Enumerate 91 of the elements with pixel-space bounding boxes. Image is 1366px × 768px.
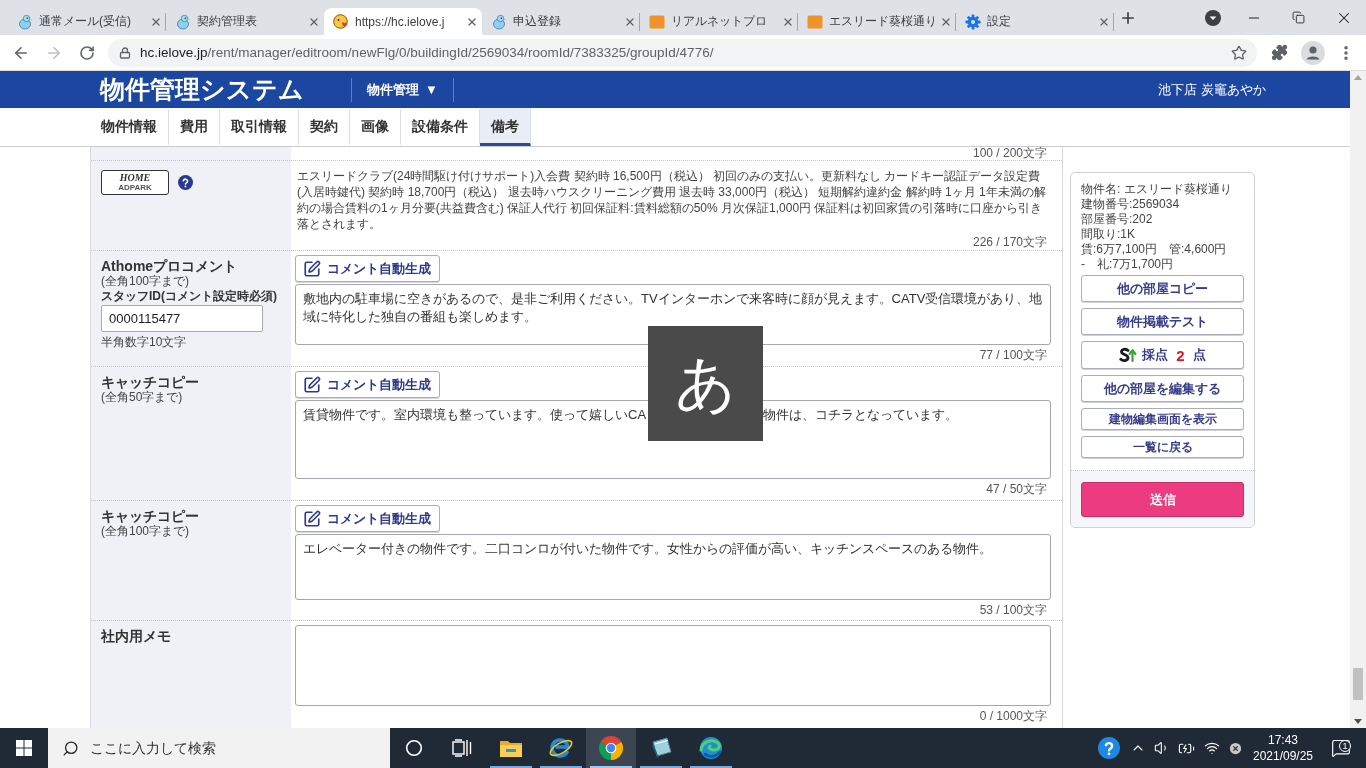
reload-icon[interactable]	[78, 44, 95, 61]
heart-ball-icon	[333, 13, 349, 30]
help-icon[interactable]	[1098, 737, 1120, 759]
property-info-text: - 礼:7万1,700円	[1081, 257, 1175, 272]
bird-icon	[491, 13, 507, 30]
logo-tile-icon	[649, 13, 665, 30]
lock-icon	[119, 46, 131, 59]
browser-tab[interactable]: 契約管理表	[166, 8, 324, 35]
field-label: 社内用メモ	[101, 628, 171, 644]
char-counter: 47 / 50文字	[986, 481, 1048, 497]
task-view-icon[interactable]	[452, 739, 472, 757]
nav-tab[interactable]: 備考	[480, 108, 531, 146]
dropdown-icon[interactable]	[1205, 9, 1221, 26]
field-label: キャッチコピー	[101, 374, 199, 390]
notification-count: 1	[1339, 740, 1351, 752]
scrollbar-thumb[interactable]	[1353, 668, 1363, 700]
error-circle-icon[interactable]	[1227, 740, 1243, 756]
puzzle-icon[interactable]	[1271, 44, 1288, 61]
text-area-field[interactable]: 敷地内の駐車場に空きがあるので、是非ご利用ください。TVインターホンで来客時に顔が見えます。CATV受信環境があり、地域に特化した独自の番組も楽しめます。	[295, 284, 1051, 345]
field-label: Athomeプロコメント	[101, 258, 238, 274]
search-icon	[62, 740, 79, 757]
char-counter: 100 / 200文字	[972, 147, 1048, 160]
start-menu-icon[interactable]	[16, 740, 32, 756]
bird-icon	[175, 13, 191, 30]
input-hint: 半角数字10文字	[101, 335, 187, 349]
edit-icon	[303, 509, 321, 528]
menu-button[interactable]: 物件管理 ▼	[351, 77, 454, 102]
address-field[interactable]: hc.ielove.jp/rent/manager/editroom/newFlg/0/buildingId/2569034/roomId/7383325/groupId/4776/	[108, 38, 1257, 67]
wave-swirl-icon[interactable]	[699, 736, 723, 760]
property-info-text: 物件名: エスリード葵桜通り	[1081, 182, 1233, 197]
clock-time[interactable]: 17:43	[1268, 732, 1298, 748]
char-counter: 226 / 170文字	[972, 234, 1048, 250]
sidebar-button[interactable]: 他の部屋コピー	[1081, 275, 1244, 302]
notebook-icon[interactable]	[649, 737, 673, 759]
char-counter: 77 / 100文字	[979, 347, 1048, 363]
staff-id-input[interactable]: 0000115477	[101, 305, 263, 332]
settings-icon	[965, 13, 981, 30]
browser-tab[interactable]: 通常メール(受信)	[8, 8, 166, 35]
logo-tile-icon	[807, 13, 823, 30]
help-icon[interactable]	[178, 175, 193, 190]
auto-generate-button[interactable]: コメント自動生成	[295, 255, 440, 282]
char-counter: 0 / 1000文字	[979, 708, 1048, 724]
ring-icon[interactable]	[405, 739, 423, 757]
char-counter: 53 / 100文字	[979, 602, 1048, 618]
browser-tab[interactable]: https://hc.ielove.j	[324, 8, 482, 35]
score-button[interactable]: 採点 2 点	[1081, 341, 1244, 369]
wifi-icon[interactable]	[1203, 740, 1220, 756]
auto-generate-button[interactable]: コメント自動生成	[295, 371, 440, 398]
taskbar-button[interactable]	[586, 728, 636, 768]
sidebar-button[interactable]: 一覧に戻る	[1081, 436, 1244, 458]
browser-icon[interactable]	[599, 736, 623, 760]
score-arrow-icon	[1119, 347, 1138, 363]
bird-icon	[17, 13, 33, 30]
app-title: 物件管理システム	[98, 74, 304, 105]
property-info-text: 部屋番号:202	[1081, 212, 1154, 227]
notification-icon[interactable]	[1331, 738, 1351, 758]
property-info-text: 間取り:1K	[1081, 227, 1136, 242]
field-note: (全角50字まで)	[101, 390, 183, 404]
submit-button[interactable]: 送信	[1081, 482, 1244, 517]
e-orbit-icon[interactable]	[548, 736, 574, 760]
logo-text: HOME	[119, 173, 151, 183]
ime-mode-indicator: あ	[648, 326, 763, 441]
field-note: (全角100字まで)	[101, 524, 189, 538]
scrollbar-track[interactable]	[1350, 71, 1366, 728]
browser-tab[interactable]: リアルネットプロ	[640, 8, 798, 35]
field-label: キャッチコピー	[101, 508, 199, 524]
auto-generate-button[interactable]: コメント自動生成	[295, 505, 440, 532]
property-info-text: 賃:6万7,100円 管:4,600円	[1081, 242, 1228, 257]
edit-icon	[303, 259, 321, 278]
bookmark-star-icon[interactable]	[1231, 44, 1247, 61]
edit-icon	[303, 375, 321, 394]
logo-subtext: ADPARK	[118, 183, 152, 192]
staff-id-label: スタッフID(コメント設定時必須)	[101, 288, 277, 304]
browser-tab[interactable]: エスリード葵桜通り	[798, 8, 956, 35]
search-field[interactable]: ここに入力して検索	[48, 728, 390, 768]
sidebar-button[interactable]: 建物編集画面を表示	[1081, 408, 1244, 430]
field-note: (全角100字まで)	[101, 274, 189, 288]
text-area-field[interactable]	[295, 625, 1051, 706]
profile-icon[interactable]	[1300, 40, 1325, 65]
folder-icon[interactable]	[499, 738, 523, 758]
restore-icon[interactable]	[1292, 11, 1305, 24]
browser-tab[interactable]: 申込登録	[482, 8, 640, 35]
scroll-down-icon[interactable]	[1354, 719, 1362, 724]
user-name: 池下店 炭竈あやか	[1158, 80, 1266, 99]
text-area-field[interactable]: エレベーター付きの物件です。二口コンロが付いた物件です。女性からの評価が高い、キッチンスペースのある物件。	[295, 534, 1051, 600]
notes-text: エスリードクラブ(24時間駆け付けサポート)入会費 契約時 16,500円（税込） 初回のみの支払い。更新料なし カードキー認証データ設定費(入居時鍵代) 契約時 18,700円（税込） 退去時ハウスクリーニング費用 退去時 33,000円（税込） 短期解約違約金 解約時 1ヶ月 1年未満の解約の場合賃料の1ヶ月分要(共益費含む) 保証人代行 初回保証料:賃料総額の50% 月次保証1,000円 保証料は初回家賃の引落時に口座から引き落とされます。	[296, 168, 1047, 232]
clock-date[interactable]: 2021/09/25	[1252, 748, 1314, 764]
property-info-text: 建物番号:2569034	[1081, 197, 1181, 212]
sidebar-button[interactable]: 物件掲載テスト	[1081, 308, 1244, 335]
sidebar-button[interactable]: 他の部屋を編集する	[1081, 375, 1244, 402]
browser-tab[interactable]: 設定	[956, 8, 1114, 35]
